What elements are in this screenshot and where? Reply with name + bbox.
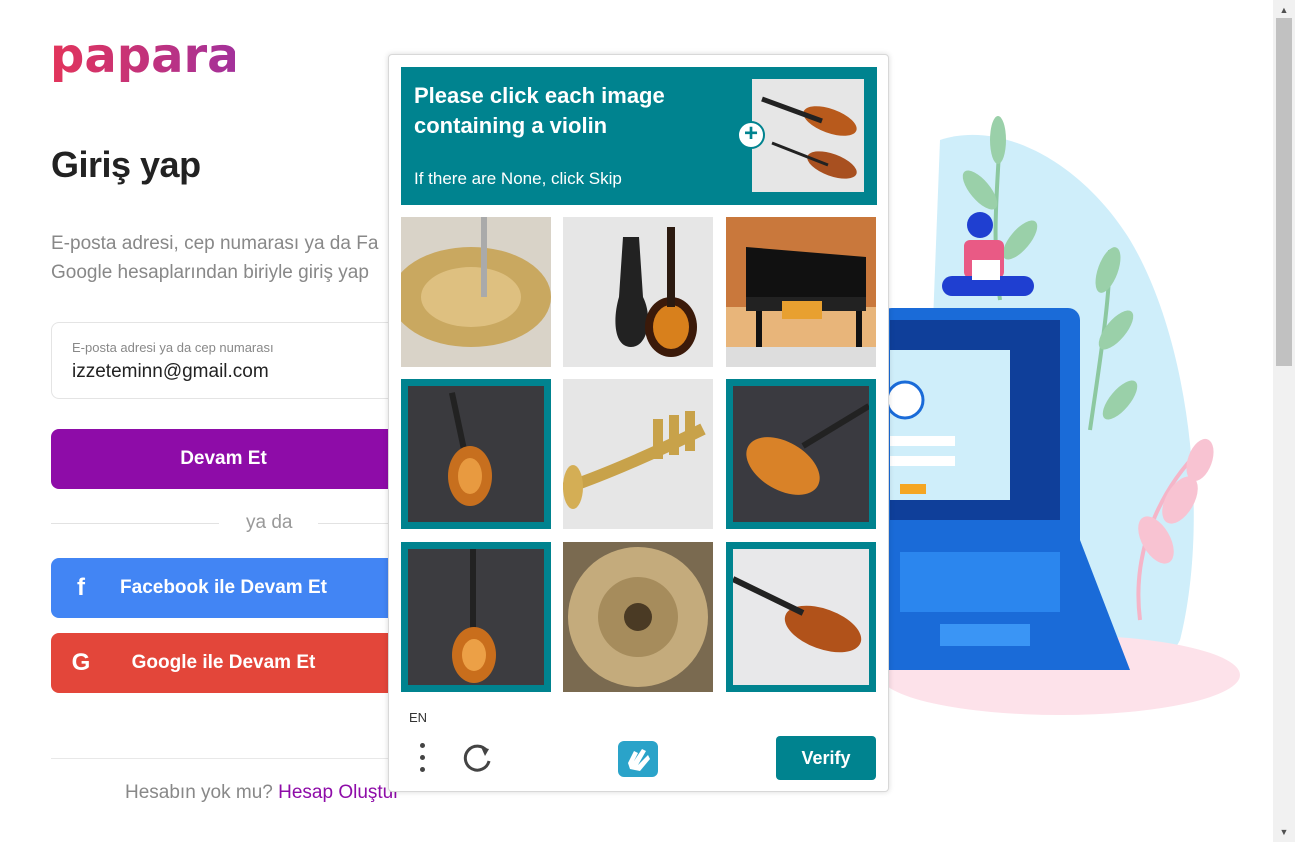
piano-image xyxy=(726,217,876,367)
divider-line-right xyxy=(318,523,396,524)
login-description: E-posta adresi, cep numarası ya da Fa Go… xyxy=(51,229,396,287)
cymbal-image xyxy=(563,542,713,692)
email-field[interactable]: E-posta adresi ya da cep numarası izzete… xyxy=(51,322,396,399)
guitars-image xyxy=(563,217,713,367)
scroll-down-arrow-icon[interactable]: ▼ xyxy=(1273,824,1295,840)
papara-logo: papara xyxy=(50,32,235,84)
google-button-label: Google ile Devam Et xyxy=(131,652,316,673)
verify-button[interactable]: Verify xyxy=(776,736,876,780)
captcha-tile[interactable] xyxy=(401,542,551,692)
login-illustration xyxy=(880,116,1240,715)
captcha-sub-prompt: If there are None, click Skip xyxy=(414,169,622,188)
description-line-2: Google hesaplarından biriyle giriş yap xyxy=(51,262,369,283)
captcha-challenge: Please click each image containing a vio… xyxy=(388,54,889,792)
hcaptcha-logo-icon[interactable] xyxy=(616,739,660,779)
cymbal-image xyxy=(401,217,551,367)
captcha-example-image xyxy=(752,79,864,192)
page-scrollbar[interactable]: ▲ ▼ xyxy=(1273,0,1295,842)
email-field-value[interactable]: izzeteminn@gmail.com xyxy=(72,361,269,383)
facebook-icon: f xyxy=(77,574,85,601)
page-title: Giriş yap xyxy=(51,144,201,185)
captcha-tile[interactable] xyxy=(563,379,713,529)
no-account-text: Hesabın yok mu? xyxy=(125,782,273,803)
captcha-tile[interactable] xyxy=(726,542,876,692)
captcha-prompt: Please click each image containing a vio… xyxy=(414,83,665,138)
scroll-thumb[interactable] xyxy=(1276,18,1292,366)
facebook-login-button[interactable]: f Facebook ile Devam Et xyxy=(51,558,396,618)
facebook-button-label: Facebook ile Devam Et xyxy=(120,577,327,598)
captcha-tile[interactable] xyxy=(563,542,713,692)
verify-button-label: Verify xyxy=(801,747,851,768)
trumpet-image xyxy=(563,379,713,529)
description-line-1: E-posta adresi, cep numarası ya da Fa xyxy=(51,233,379,254)
captcha-header: Please click each image containing a vio… xyxy=(401,67,877,205)
continue-button[interactable]: Devam Et xyxy=(51,429,396,489)
bottom-divider xyxy=(51,758,396,759)
continue-button-label: Devam Et xyxy=(180,448,267,469)
email-field-label: E-posta adresi ya da cep numarası xyxy=(72,340,274,355)
google-login-button[interactable]: G Google ile Devam Et xyxy=(51,633,396,693)
violin-image xyxy=(733,549,869,685)
or-label: ya da xyxy=(246,512,293,533)
violin-image xyxy=(408,549,544,685)
plus-icon[interactable]: + xyxy=(737,121,765,149)
more-vertical-icon[interactable] xyxy=(415,743,429,775)
captcha-language[interactable]: EN xyxy=(409,710,427,725)
captcha-image-grid xyxy=(401,217,877,693)
create-account-link[interactable]: Hesap Oluştur xyxy=(278,782,399,803)
google-icon: G xyxy=(71,649,91,676)
captcha-tile[interactable] xyxy=(401,379,551,529)
captcha-tile[interactable] xyxy=(401,217,551,367)
captcha-tile[interactable] xyxy=(563,217,713,367)
signup-prompt: Hesabın yok mu? Hesap Oluştur xyxy=(125,782,400,804)
captcha-tile[interactable] xyxy=(726,217,876,367)
or-divider: ya da xyxy=(51,512,396,536)
page-viewport: { "brand": { "name": "papara", "color": … xyxy=(0,0,1295,842)
captcha-tile[interactable] xyxy=(726,379,876,529)
violin-image xyxy=(408,386,544,522)
violin-image xyxy=(733,386,869,522)
scroll-up-arrow-icon[interactable]: ▲ xyxy=(1273,2,1295,18)
divider-line-left xyxy=(51,523,219,524)
svg-text:papara: papara xyxy=(50,32,235,84)
refresh-icon[interactable] xyxy=(461,741,495,775)
